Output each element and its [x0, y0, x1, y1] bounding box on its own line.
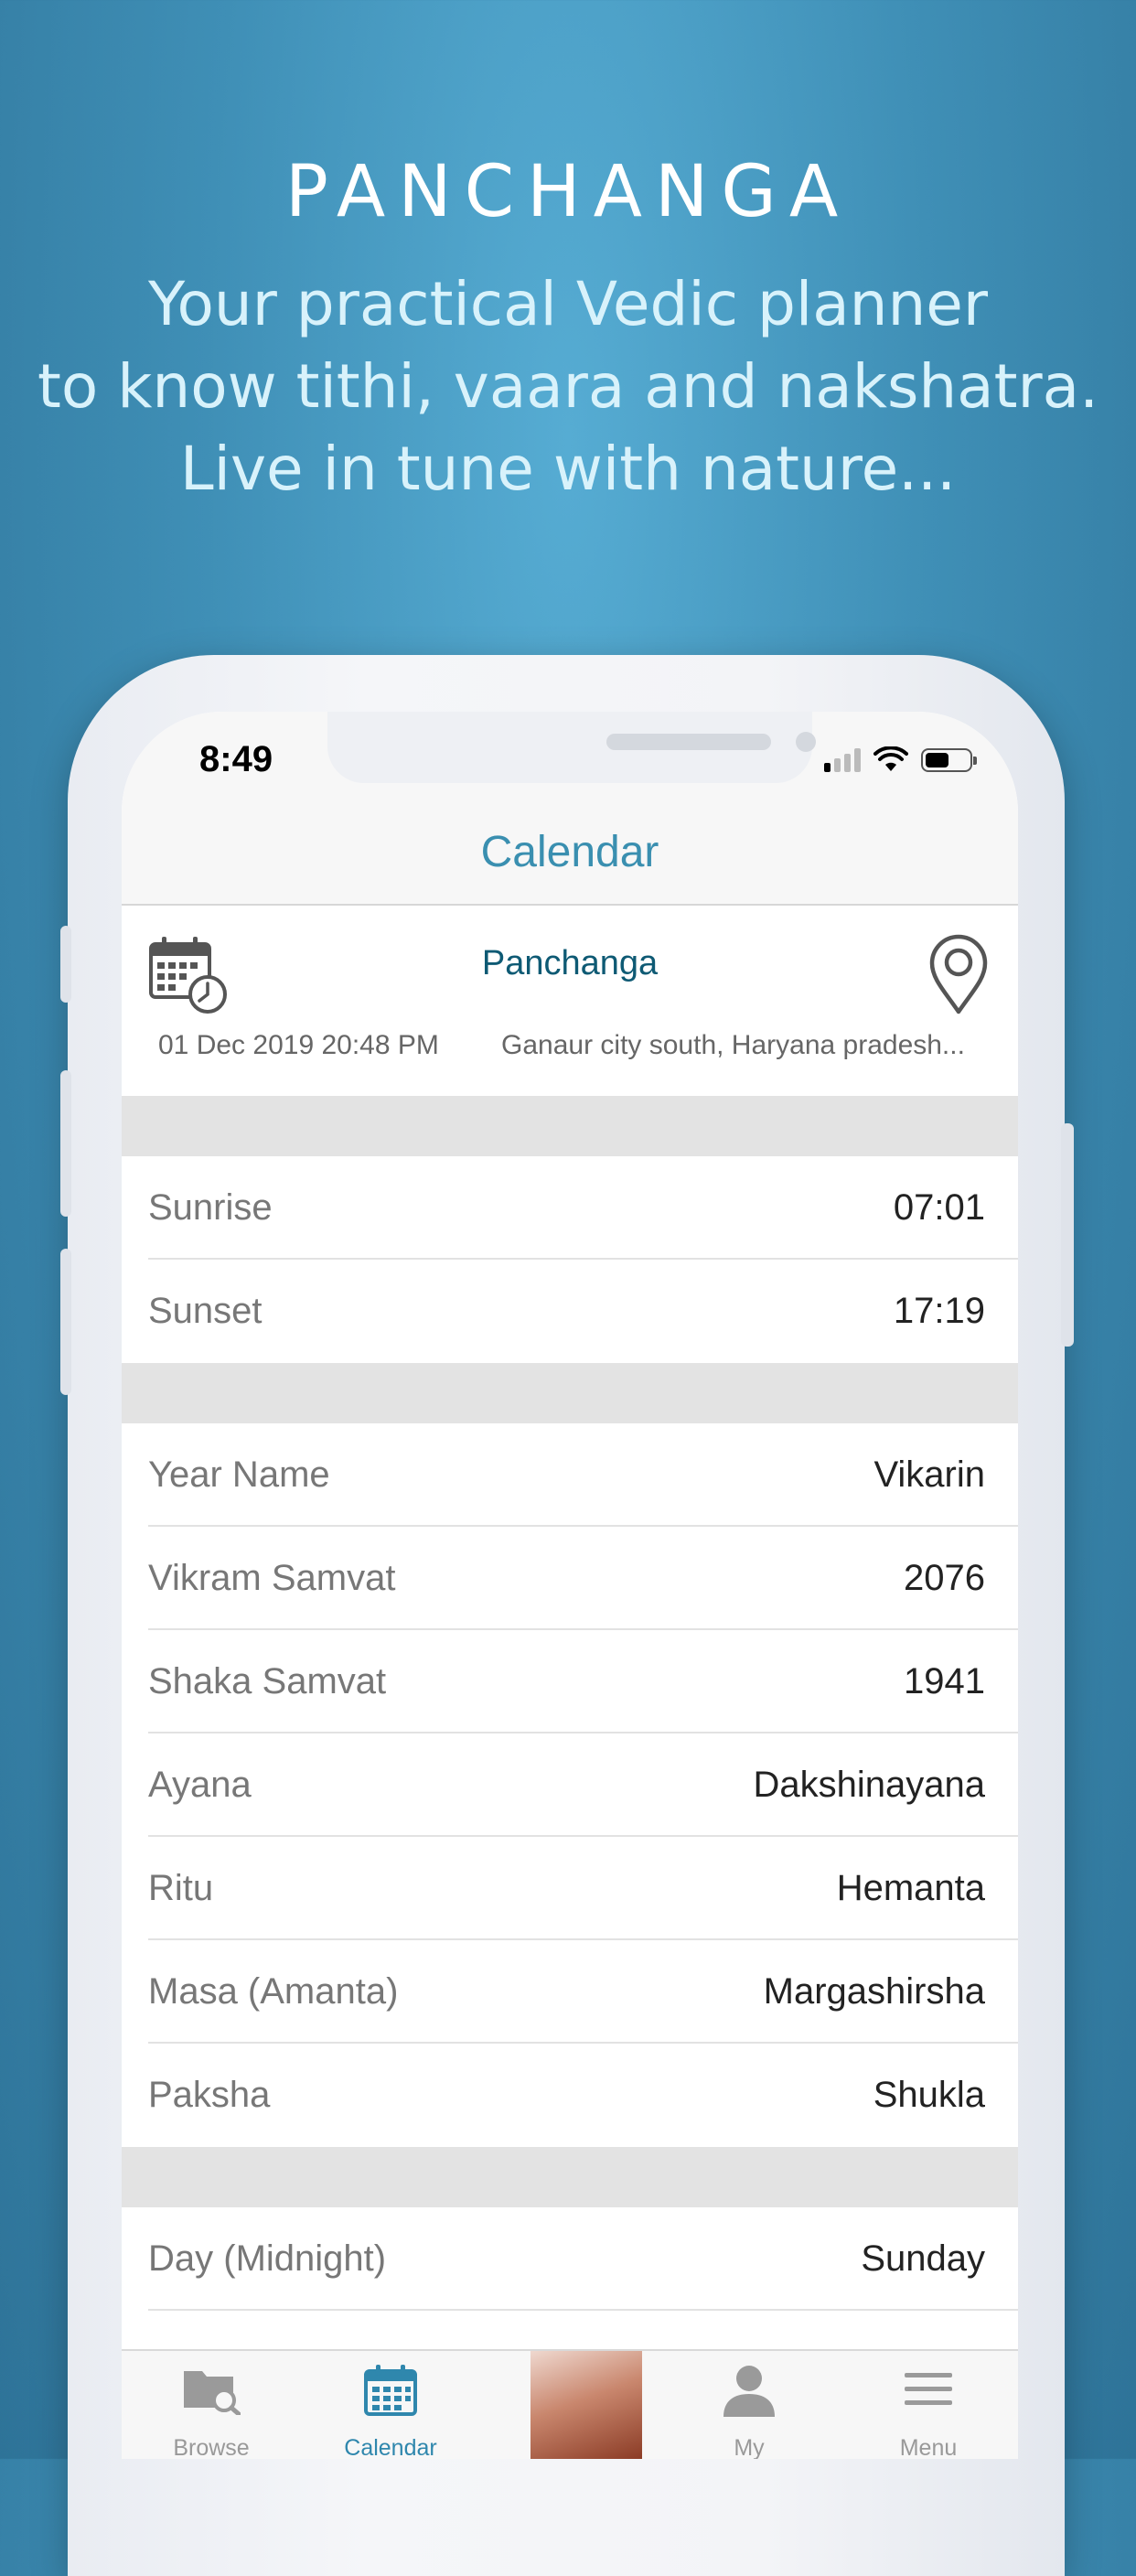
section-separator: [122, 1096, 1018, 1156]
speaker: [606, 734, 771, 750]
promo-subtitle-line: Your practical Vedic planner: [147, 269, 989, 339]
promo-subtitle-line: Live in tune with nature...: [179, 434, 957, 504]
row-label: Ayana: [148, 1765, 252, 1805]
row-label: Masa (Amanta): [148, 1971, 399, 2012]
list-row: Masa (Amanta) Margashirsha: [122, 1940, 1018, 2044]
row-label: Sunset: [148, 1291, 263, 1331]
battery-level: [926, 753, 948, 767]
tab-label: Browse: [173, 2435, 250, 2459]
list-row: Sunrise 07:01: [122, 1156, 1018, 1260]
row-label: Paksha: [148, 2075, 271, 2115]
row-value: Dakshinayana: [753, 1765, 986, 1805]
list-row: Shaka Samvat 1941: [122, 1630, 1018, 1733]
selected-location[interactable]: Ganaur city south, Haryana pradesh...: [501, 1030, 986, 1061]
row-value: 1941: [904, 1661, 985, 1701]
list-row: Vikram Samvat 2076: [122, 1527, 1018, 1630]
notch: [327, 712, 816, 783]
person-icon: [723, 2366, 775, 2417]
row-value: 17:19: [893, 1291, 985, 1331]
row-value: Vikarin: [873, 1454, 985, 1495]
hamburger-icon: [905, 2373, 952, 2405]
row-value: Hemanta: [836, 1868, 985, 1908]
navigation-bar: Calendar: [122, 812, 1018, 906]
page-title: Calendar: [480, 828, 659, 876]
tab-featured[interactable]: [480, 2351, 659, 2459]
phone-power-button: [1061, 1123, 1074, 1347]
section-separator: [122, 1363, 1018, 1423]
phone-volume-down: [60, 1249, 71, 1395]
promo-subtitle: Your practical Vedic planner to know tit…: [0, 263, 1136, 510]
row-value: Shukla: [873, 2075, 985, 2115]
folder-search-icon: [184, 2371, 241, 2415]
promo-title: PANCHANGA: [284, 151, 852, 233]
panchanga-header: Panchanga 01 Dec 2019 20:48 PM Ganaur ci…: [122, 906, 1018, 1096]
calendar-icon: [364, 2365, 417, 2416]
list-row: Ayana Dakshinayana: [122, 1733, 1018, 1837]
tab-label: Menu: [899, 2435, 958, 2459]
row-value: 07:01: [893, 1187, 985, 1228]
row-label: Ritu: [148, 1868, 214, 1908]
selected-date[interactable]: 01 Dec 2019 20:48 PM: [158, 1030, 439, 1061]
battery-icon: [921, 748, 977, 772]
phone-volume-up: [60, 1070, 71, 1217]
section-separator: [122, 2147, 1018, 2207]
location-pin-icon[interactable]: [927, 933, 991, 1015]
cellular-signal-icon: [824, 748, 861, 772]
list-row: Ritu Hemanta: [122, 1837, 1018, 1940]
tab-my[interactable]: My: [659, 2351, 839, 2459]
list-row: Paksha Shukla: [122, 2044, 1018, 2147]
tab-label: Calendar: [344, 2435, 437, 2459]
row-label: Day (Midnight): [148, 2238, 387, 2279]
tab-calendar[interactable]: Calendar: [301, 2351, 480, 2459]
list-row: Year Name Vikarin: [122, 1423, 1018, 1527]
tab-label: My: [734, 2435, 765, 2459]
row-value: Sunday: [861, 2238, 985, 2279]
row-value: 2076: [904, 1558, 985, 1598]
row-label: Sunrise: [148, 1187, 273, 1228]
panchanga-title: Panchanga: [481, 944, 659, 982]
row-value: Margashirsha: [763, 1971, 985, 2012]
tab-menu[interactable]: Menu: [839, 2351, 1018, 2459]
promo-subtitle-line: to know tithi, vaara and nakshatra.: [37, 351, 1099, 422]
row-label: Vikram Samvat: [148, 1558, 396, 1598]
tab-browse[interactable]: Browse: [122, 2351, 301, 2459]
row-label: Year Name: [148, 1454, 330, 1495]
list-row: Sunset 17:19: [122, 1260, 1018, 1363]
wifi-icon: [873, 746, 908, 771]
status-icons: [824, 746, 977, 772]
thumbnail-image: [530, 2351, 642, 2459]
phone-screen: 8:49 Calendar Panchanga 01 Dec 2019 20:4…: [122, 712, 1018, 2459]
status-bar: 8:49: [122, 712, 1018, 812]
front-camera: [796, 732, 816, 752]
row-label: Shaka Samvat: [148, 1661, 387, 1701]
status-time: 8:49: [199, 739, 273, 779]
list-row: Day (Midnight) Sunday: [122, 2207, 1018, 2311]
tab-bar: Browse Calendar My Menu: [122, 2349, 1018, 2459]
phone-silent-switch: [60, 926, 71, 1003]
